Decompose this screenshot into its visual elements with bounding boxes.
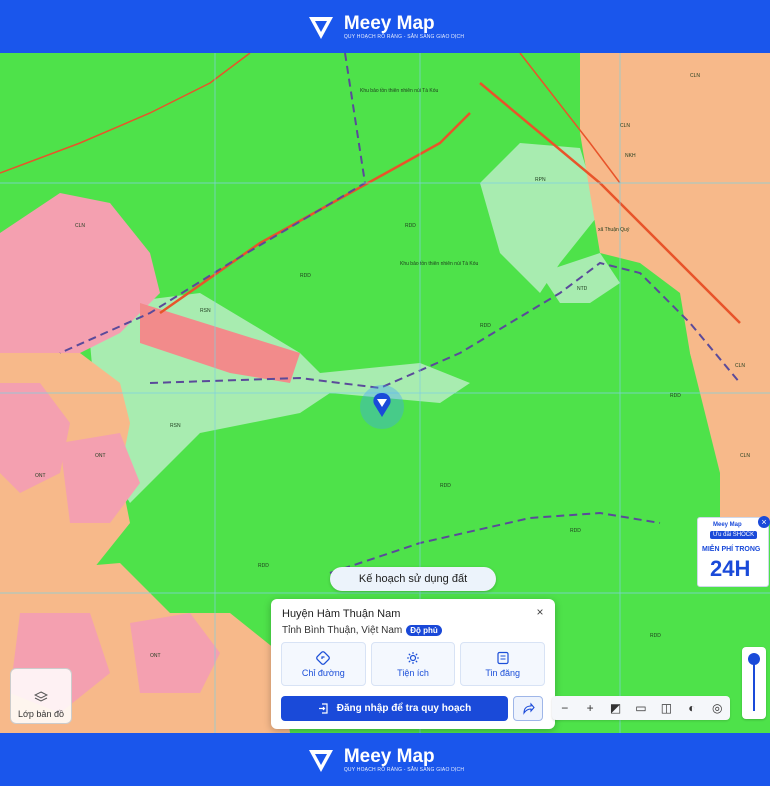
map-label-rdd: RDD bbox=[650, 633, 661, 639]
close-card-button[interactable]: × bbox=[533, 605, 547, 619]
map-layer-label: Lớp bản đồ bbox=[18, 709, 64, 719]
province-text: Tỉnh Bình Thuận, Việt Nam bbox=[282, 625, 403, 636]
layers-icon bbox=[34, 691, 48, 702]
brand-logo: Meey Map QUY HOẠCH RÕ RÀNG - SẴN SÀNG GI… bbox=[306, 745, 464, 775]
promo-tag: Ưu đãi SHOCK bbox=[710, 531, 758, 539]
district-title: Huyện Hàm Thuận Nam bbox=[282, 608, 401, 620]
brand-name: Meey Map bbox=[343, 12, 435, 34]
action-row: Chỉ đường Tiện ích Tin đăng bbox=[281, 642, 546, 686]
login-label: Đăng nhập để tra quy hoạch bbox=[336, 703, 472, 714]
promo-line: MIỄN PHÍ TRONG bbox=[702, 546, 761, 553]
compare-icon[interactable]: ◐ bbox=[684, 701, 700, 715]
draw-icon[interactable]: ◩ bbox=[608, 701, 624, 715]
listings-label: Tin đăng bbox=[485, 667, 521, 678]
ruler-icon[interactable]: ▭ bbox=[633, 701, 649, 715]
promo-close-button[interactable]: × bbox=[758, 516, 770, 528]
meey-logo-icon bbox=[308, 16, 333, 39]
directions-label: Chỉ đường bbox=[301, 667, 345, 678]
map-canvas[interactable]: RDD RDD RDD RDD RDD RDD RDD RDD CLN CLN … bbox=[0, 53, 770, 733]
map-label-cln: CLN bbox=[620, 123, 631, 129]
map-label-rdd: RDD bbox=[570, 528, 581, 534]
share-button[interactable] bbox=[513, 696, 543, 721]
map-label-ont: ONT bbox=[150, 653, 161, 659]
map-label-reserve: Khu bảo tồn thiên nhiên núi Tà Kóu bbox=[360, 88, 439, 94]
map-toolbar: − + ◩ ▭ ◫ ◐ ◎ bbox=[552, 696, 730, 720]
bottom-banner: Meey Map QUY HOẠCH RÕ RÀNG - SẴN SÀNG GI… bbox=[0, 733, 770, 786]
map-label-cln: CLN bbox=[735, 363, 746, 369]
locate-icon[interactable]: ◎ bbox=[709, 701, 725, 715]
map-label-rsn: RSN bbox=[170, 423, 181, 429]
utilities-icon bbox=[407, 651, 419, 664]
province-subtitle: Tỉnh Bình Thuận, Việt Nam Độ phủ bbox=[282, 625, 442, 636]
map-label-commune: xã Thuận Quý bbox=[598, 227, 630, 233]
utilities-label: Tiện ích bbox=[397, 667, 429, 678]
map-label-cln: CLN bbox=[75, 223, 86, 229]
listings-button[interactable]: Tin đăng bbox=[460, 642, 546, 686]
zoom-in-button[interactable]: + bbox=[582, 701, 598, 715]
map-label-reserve: Khu bảo tồn thiên nhiên núi Tà Kóu bbox=[400, 261, 479, 267]
promo-big: 24H bbox=[710, 556, 751, 581]
plan-type-pill[interactable]: Kế hoạch sử dụng đất bbox=[330, 567, 496, 591]
slider-knob[interactable] bbox=[748, 653, 760, 665]
map-label-ont: ONT bbox=[95, 453, 106, 459]
coverage-badge[interactable]: Độ phủ bbox=[406, 625, 442, 636]
info-card: Huyện Hàm Thuận Nam × Tỉnh Bình Thuận, V… bbox=[271, 599, 555, 729]
map-label-rdd: RDD bbox=[258, 563, 269, 569]
login-icon bbox=[318, 703, 328, 714]
map-label-nkh: NKH bbox=[625, 153, 636, 159]
map-label-rpn: RPN bbox=[535, 177, 546, 183]
location-pin-icon bbox=[373, 393, 391, 417]
utilities-button[interactable]: Tiện ích bbox=[370, 642, 456, 686]
map-label-ont: ONT bbox=[35, 473, 46, 479]
map-label-rdd: RDD bbox=[440, 483, 451, 489]
map-label-ntd: NTD bbox=[577, 286, 588, 292]
promo-brand: Meey Map bbox=[713, 522, 742, 528]
top-banner: Meey Map QUY HOẠCH RÕ RÀNG - SẴN SÀNG GI… bbox=[0, 0, 770, 53]
split-view-icon[interactable]: ◫ bbox=[658, 701, 674, 715]
map-label-rdd: RDD bbox=[480, 323, 491, 329]
opacity-slider[interactable] bbox=[742, 647, 766, 719]
directions-icon bbox=[316, 650, 331, 665]
brand-slogan: QUY HOẠCH RÕ RÀNG - SẴN SÀNG GIAO DỊCH bbox=[343, 766, 465, 773]
brand-name: Meey Map bbox=[343, 745, 435, 767]
directions-button[interactable]: Chỉ đường bbox=[281, 642, 366, 686]
map-label-rdd: RDD bbox=[670, 393, 681, 399]
brand-slogan: QUY HOẠCH RÕ RÀNG - SẴN SÀNG GIAO DỊCH bbox=[343, 33, 465, 40]
share-icon bbox=[522, 702, 535, 715]
login-button[interactable]: Đăng nhập để tra quy hoạch bbox=[281, 696, 508, 721]
map-label-cln: CLN bbox=[740, 453, 751, 459]
meey-logo-icon bbox=[308, 749, 333, 772]
promo-banner[interactable]: Meey Map Ưu đãi SHOCK MIỄN PHÍ TRONG 24H bbox=[697, 517, 769, 587]
map-label-rdd: RDD bbox=[405, 223, 416, 229]
map-label-rdd: RDD bbox=[300, 273, 311, 279]
zoom-out-button[interactable]: − bbox=[557, 701, 573, 715]
map-label-cln: CLN bbox=[690, 73, 701, 79]
map-layer-button[interactable]: Lớp bản đồ bbox=[10, 668, 72, 724]
brand-logo: Meey Map QUY HOẠCH RÕ RÀNG - SẴN SÀNG GI… bbox=[306, 12, 464, 42]
listings-icon bbox=[497, 651, 509, 664]
map-label-rsn: RSN bbox=[200, 308, 211, 314]
location-pin[interactable] bbox=[360, 385, 404, 429]
